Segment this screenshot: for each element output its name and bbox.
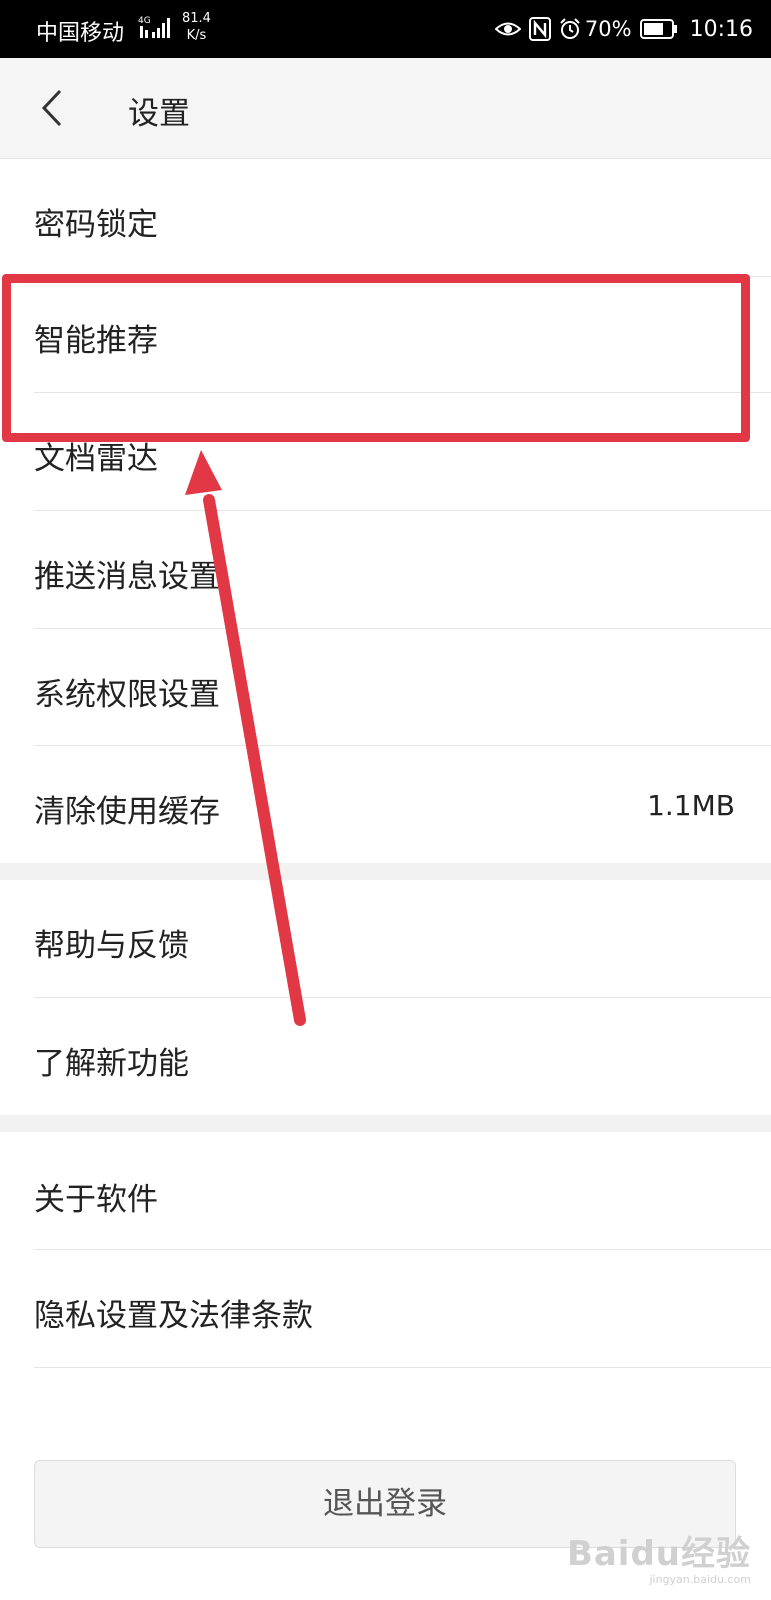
alarm-icon — [560, 18, 580, 39]
divider — [34, 1367, 771, 1368]
highlight-box-annotation — [2, 274, 750, 442]
cache-size-value: 1.1MB — [647, 789, 735, 822]
settings-item-label: 系统权限设置 — [34, 677, 220, 713]
settings-item-label: 关于软件 — [34, 1182, 158, 1218]
baidu-watermark: Baidu经验 jingyan.baidu.com — [567, 1526, 751, 1586]
section-gap — [0, 1115, 771, 1132]
back-arrow-icon[interactable] — [36, 88, 70, 128]
network-speed-unit: K/s — [186, 28, 207, 43]
page-title: 设置 — [128, 96, 190, 132]
settings-item-label: 推送消息设置 — [34, 559, 220, 595]
status-bar: 中国移动 4G 81.4 K/s 70% 10:16 — [0, 0, 771, 58]
app-bar: 设置 — [0, 58, 771, 159]
settings-item-new-features[interactable]: 了解新功能 — [0, 998, 771, 1115]
settings-item-label: 了解新功能 — [34, 1046, 189, 1082]
settings-item-label: 帮助与反馈 — [34, 928, 189, 964]
eye-comfort-icon — [494, 22, 521, 36]
watermark-logo: Baidu经验 — [566, 1534, 751, 1574]
settings-item-privacy-legal[interactable]: 隐私设置及法律条款 — [0, 1250, 771, 1367]
nfc-icon — [528, 17, 551, 41]
network-speed: 81.4 K/s — [182, 10, 211, 44]
settings-item-password-lock[interactable]: 密码锁定 — [0, 159, 771, 277]
settings-item-help-feedback[interactable]: 帮助与反馈 — [0, 880, 771, 997]
svg-text:4G: 4G — [138, 16, 151, 26]
settings-item-push-notification[interactable]: 推送消息设置 — [0, 511, 771, 628]
settings-item-label: 清除使用缓存 — [34, 794, 220, 830]
settings-item-label: 密码锁定 — [34, 207, 158, 243]
settings-item-about[interactable]: 关于软件 — [0, 1132, 771, 1249]
network-speed-value: 81.4 — [182, 11, 211, 26]
settings-item-clear-cache[interactable]: 清除使用缓存 1.1MB — [0, 746, 771, 863]
status-icons: 70% 10:16 — [494, 14, 753, 44]
section-gap — [0, 863, 771, 880]
battery-icon — [639, 19, 677, 39]
settings-item-label: 隐私设置及法律条款 — [34, 1298, 313, 1334]
settings-item-system-permissions[interactable]: 系统权限设置 — [0, 629, 771, 745]
signal-strength-icon: 4G — [138, 16, 170, 38]
battery-percent: 70% — [584, 17, 632, 41]
carrier-name: 中国移动 — [36, 21, 125, 46]
clock: 10:16 — [689, 16, 753, 42]
